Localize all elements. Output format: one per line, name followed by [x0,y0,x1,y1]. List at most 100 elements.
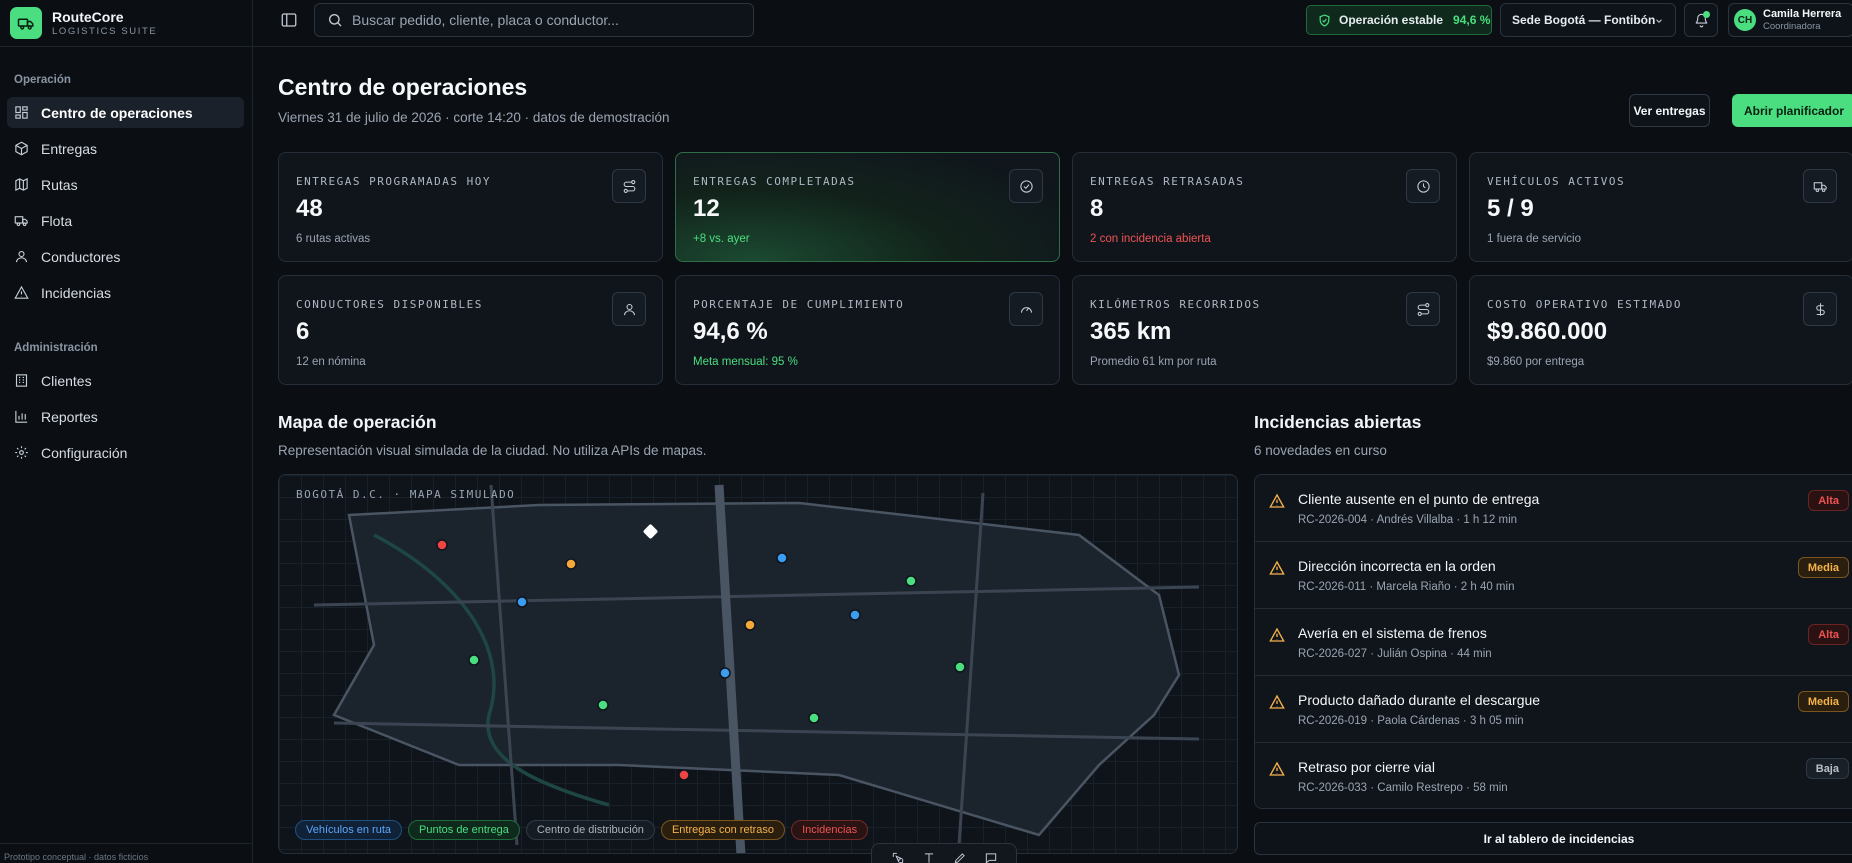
sidebar-footer: Prototipo conceptual · datos ficticios [0,843,253,863]
sidebar-item-configuracion[interactable]: Configuración [7,437,244,468]
severity-badge: Alta [1808,490,1849,511]
incident-meta: RC-2026-011 · Marcela Riaño · 2 h 40 min [1298,581,1515,593]
delayed-marker[interactable] [565,558,577,570]
floating-toolbar [871,843,1017,863]
delivery-point-marker[interactable] [597,699,609,711]
sidebar-item-rutas[interactable]: Rutas [7,169,244,200]
kpi-card-cumplimiento: PORCENTAJE DE CUMPLIMIENTO 94,6 % Meta m… [675,275,1060,385]
incidents-list: Cliente ausente en el punto de entrega R… [1254,474,1852,809]
sidebar-item-centro-operaciones[interactable]: Centro de operaciones [7,97,244,128]
check-circle-icon [1009,169,1043,203]
text-icon[interactable] [922,851,936,863]
kpi-note: Meta mensual: 95 % [693,356,798,368]
map-caption: BOGOTÁ D.C. · MAPA SIMULADO [296,488,516,501]
comment-icon[interactable] [984,851,998,863]
avatar: CH [1734,9,1756,31]
user-menu[interactable]: CH Camila Herrera Coordinadora [1728,3,1852,37]
legend-vehicles[interactable]: Vehículos en ruta [295,820,403,840]
vehicle-marker[interactable] [719,667,731,679]
sidebar-item-label: Clientes [41,372,92,389]
sidebar-item-incidencias[interactable]: Incidencias [7,277,244,308]
kpi-value: 365 km [1090,318,1172,345]
kpi-label: KILÓMETROS RECORRIDOS [1090,298,1261,311]
operation-status-badge: Operación estable 94,6 % [1306,5,1492,35]
truck-icon [14,216,28,227]
delivery-point-marker[interactable] [468,654,480,666]
kpi-label: CONDUCTORES DISPONIBLES [296,298,483,311]
incident-row[interactable]: Producto dañado durante el descargue RC-… [1255,676,1852,743]
delivery-point-marker[interactable] [808,712,820,724]
search-box[interactable] [314,3,754,37]
sidebar-item-label: Rutas [41,176,78,193]
kpi-card-programadas: ENTREGAS PROGRAMADAS HOY 48 6 rutas acti… [278,152,663,262]
incident-title: Dirección incorrecta en la orden [1298,558,1496,574]
dashboard-icon [15,106,28,119]
incident-row[interactable]: Dirección incorrecta en la orden RC-2026… [1255,542,1852,609]
incident-row[interactable]: Cliente ausente en el punto de entrega R… [1255,475,1852,542]
truck-icon [1803,169,1837,203]
notifications-button[interactable] [1684,3,1718,37]
user-name: Camila Herrera [1763,7,1842,20]
brand[interactable]: RouteCore LOGISTICS SUITE [0,0,252,47]
severity-badge: Media [1797,557,1849,578]
vehicle-marker[interactable] [849,609,861,621]
delayed-marker[interactable] [744,619,756,631]
incident-meta: RC-2026-027 · Julián Ospina · 44 min [1298,648,1492,660]
sidebar-item-label: Reportes [41,408,98,425]
kpi-value: 6 [296,318,310,345]
incident-marker[interactable] [678,769,690,781]
sidebar-item-conductores[interactable]: Conductores [7,241,244,272]
sidebar-toggle-icon[interactable] [280,11,298,29]
clock-icon [1406,169,1440,203]
site-select[interactable]: Sede Bogotá — Fontibón [1500,3,1676,37]
warning-icon [1269,493,1285,508]
incident-marker[interactable] [436,539,448,551]
kpi-card-vehiculos: VEHÍCULOS ACTIVOS 5 / 9 1 fuera de servi… [1469,152,1852,262]
incident-title: Avería en el sistema de frenos [1298,625,1487,641]
delivery-point-marker[interactable] [905,575,917,587]
legend-delivery-points[interactable]: Puntos de entrega [408,820,520,840]
sidebar-item-label: Centro de operaciones [41,104,193,121]
route-icon [1406,292,1440,326]
route-icon [612,169,646,203]
view-deliveries-button[interactable]: Ver entregas [1629,94,1710,127]
open-planner-button[interactable]: Abrir planificador [1732,94,1852,127]
incidents-board-button[interactable]: Ir al tablero de incidencias [1254,822,1852,855]
sidebar-item-flota[interactable]: Flota [7,205,244,236]
kpi-value: 48 [296,195,323,222]
sidebar: RouteCore LOGISTICS SUITE Operación Cent… [0,0,253,863]
user-icon [15,250,28,263]
bar-chart-icon [15,410,28,423]
incident-meta: RC-2026-033 · Camilo Restrepo · 58 min [1298,782,1508,794]
delivery-point-marker[interactable] [954,661,966,673]
building-icon [15,374,28,387]
map-canvas [313,484,1200,853]
legend-delayed[interactable]: Entregas con retraso [660,820,786,840]
page-title: Centro de operaciones [278,74,528,100]
legend-incidents[interactable]: Incidencias [791,820,869,840]
pencil-icon[interactable] [953,851,967,863]
incident-row[interactable]: Avería en el sistema de frenos RC-2026-0… [1255,609,1852,676]
search-icon [329,14,342,27]
sidebar-item-entregas[interactable]: Entregas [7,133,244,164]
sidebar-item-reportes[interactable]: Reportes [7,401,244,432]
kpi-note: 12 en nómina [296,356,366,368]
search-input[interactable] [352,12,732,28]
warning-icon [1269,627,1285,642]
severity-badge: Baja [1805,758,1849,779]
severity-badge: Alta [1808,624,1849,645]
select-cursor-icon[interactable] [891,851,905,863]
incident-row[interactable]: Retraso por cierre vial RC-2026-033 · Ca… [1255,743,1852,808]
sidebar-item-clientes[interactable]: Clientes [7,365,244,396]
incident-meta: RC-2026-019 · Paola Cárdenas · 3 h 05 mi… [1298,715,1524,727]
operations-map[interactable]: BOGOTÁ D.C. · MAPA SIMULADO Vehículos en… [278,474,1238,854]
incident-meta: RC-2026-004 · Andrés Villalba · 1 h 12 m… [1298,514,1518,526]
kpi-note: +8 vs. ayer [693,233,750,245]
user-role: Coordinadora [1763,20,1821,32]
vehicle-marker[interactable] [516,596,528,608]
vehicle-marker[interactable] [776,552,788,564]
legend-distribution-center[interactable]: Centro de distribución [525,820,655,840]
nav-section-operacion: Operación [14,74,71,86]
kpi-label: ENTREGAS RETRASADAS [1090,175,1245,188]
kpi-label: PORCENTAJE DE CUMPLIMIENTO [693,298,905,311]
